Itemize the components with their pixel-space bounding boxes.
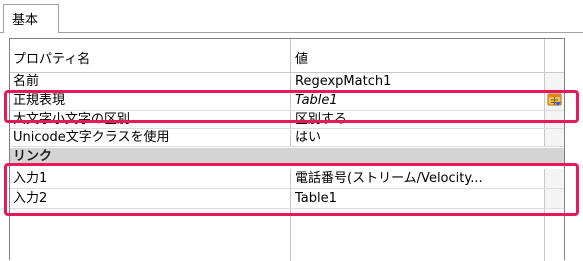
property-row-regex[interactable]: 正規表現 Table1 (10, 91, 564, 111)
property-value[interactable]: 区別する (291, 111, 544, 128)
regex-editor-button[interactable] (544, 91, 564, 110)
property-grid: プロパティ名 値 名前 RegexpMatch1 正規表現 Table1 大文字… (9, 38, 565, 261)
header-button-column (544, 39, 564, 72)
property-button-cell (544, 189, 564, 208)
grid-header: プロパティ名 値 (10, 39, 564, 73)
property-value[interactable]: Table1 (291, 189, 544, 208)
property-label: 入力2 (10, 189, 291, 208)
tab-divider (59, 32, 583, 33)
property-value[interactable]: Table1 (291, 91, 544, 110)
category-row-link[interactable]: リンク (10, 148, 564, 166)
property-value[interactable]: はい (291, 129, 544, 146)
property-row-unicode[interactable]: Unicode文字クラスを使用 はい (10, 129, 564, 147)
empty-name-column (10, 209, 291, 261)
property-row-case-sensitivity[interactable]: 大文字小文字の区別 区別する (10, 111, 564, 129)
property-button-cell (544, 73, 564, 90)
header-value: 値 (295, 52, 309, 67)
property-row-input1[interactable]: 入力1 電話番号(ストリーム/Velocity... (10, 169, 564, 189)
property-row-input2[interactable]: 入力2 Table1 (10, 189, 564, 209)
header-property-name: プロパティ名 (10, 39, 291, 72)
property-label: 正規表現 (10, 91, 291, 110)
property-label: Unicode文字クラスを使用 (10, 129, 291, 146)
tab-basic[interactable]: 基本 (3, 4, 59, 33)
empty-button-column (544, 209, 564, 261)
tab-basic-label: 基本 (12, 13, 39, 28)
property-value[interactable]: 電話番号(ストリーム/Velocity... (291, 169, 544, 188)
property-panel: 基本 プロパティ名 値 名前 RegexpMatch1 正規表現 Table1 (0, 0, 583, 261)
tab-divider-left (0, 32, 3, 33)
property-label: 大文字小文字の区別 (10, 111, 291, 128)
property-label: 名前 (10, 73, 291, 90)
category-label: リンク (13, 149, 53, 164)
property-button-cell (544, 111, 564, 128)
table-editor-icon (547, 93, 562, 106)
right-margin (565, 38, 583, 260)
property-value[interactable]: RegexpMatch1 (291, 73, 544, 90)
property-button-cell (544, 129, 564, 146)
property-button-cell (544, 169, 564, 188)
property-row-name[interactable]: 名前 RegexpMatch1 (10, 73, 564, 91)
property-label: 入力1 (10, 169, 291, 188)
grid-empty-area (10, 209, 564, 261)
